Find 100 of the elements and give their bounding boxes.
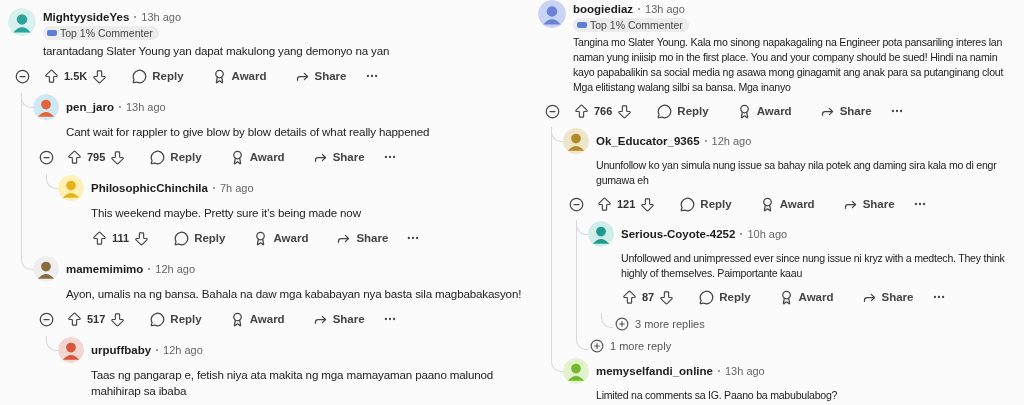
vote-count: 1.5K: [64, 70, 88, 82]
timestamp: 12h ago: [163, 344, 203, 356]
timestamp: 13h ago: [141, 11, 182, 23]
avatar: [563, 128, 589, 154]
thread-connector: [21, 255, 33, 270]
share-button[interactable]: Share: [302, 311, 375, 327]
share-button[interactable]: Share: [832, 196, 905, 212]
avatar: [33, 94, 59, 120]
share-button[interactable]: Share: [326, 230, 399, 246]
downvote-icon[interactable]: [639, 195, 657, 213]
commenter-badge: Top 1% Commenter: [43, 26, 159, 40]
timestamp: 13h ago: [125, 101, 166, 113]
author-name[interactable]: Ok_Educator_9365: [596, 135, 700, 147]
collapse-icon[interactable]: [38, 311, 54, 327]
timestamp: 7h ago: [219, 182, 254, 194]
reply-button[interactable]: Reply: [689, 289, 761, 305]
speech-bubble-icon: [174, 230, 190, 246]
collapse-icon[interactable]: [568, 196, 584, 212]
comment-text: Ayon, umalis na ng bansa. Bahala na daw mga kababayan nya basta sila magbabakasyon!: [66, 286, 523, 302]
collapse-icon[interactable]: [14, 68, 30, 84]
badge-icon: [47, 29, 57, 37]
downvote-icon[interactable]: [91, 67, 109, 85]
author-name[interactable]: mamemimimo: [66, 263, 144, 275]
timestamp: 12h ago: [155, 263, 196, 275]
award-button[interactable]: Award: [219, 149, 295, 165]
more-replies-link[interactable]: 1 more reply: [588, 335, 672, 357]
avatar: [588, 221, 614, 247]
author-name[interactable]: memyselfandi_online: [596, 365, 713, 377]
thread-connector: [46, 336, 58, 351]
speech-bubble-icon: [680, 196, 696, 212]
downvote-icon[interactable]: [658, 288, 676, 306]
comment-text: tarantadang Slater Young yan dapat makulong yang demonyo na yan: [43, 43, 391, 59]
badge-icon: [577, 21, 587, 29]
expand-icon: [590, 339, 604, 353]
award-button[interactable]: Award: [726, 103, 802, 119]
speech-bubble-icon: [657, 103, 673, 119]
thread-connector: [576, 335, 588, 350]
upvote-icon[interactable]: [66, 310, 83, 328]
comment-text: This weekend maybe. Pretty sure it’s being made now: [91, 205, 362, 221]
speech-bubble-icon: [150, 311, 166, 327]
comment-text: Ununfollow ko yan simula nung issue sa bahay nila potek ang daming sira kala mo di engr gumawa eh: [596, 158, 998, 188]
author-name[interactable]: boogiediaz: [573, 3, 634, 15]
avatar: [538, 0, 566, 28]
speech-bubble-icon: [699, 289, 715, 305]
comment-text: Tangina mo Slater Young. Kala mo sinong napakagaling na Engineer pota pansariling interes lan naman yung iniisip mo in the first place. You and your company should be sued! Hindi na namin kayo papabalikin sa social media ng asawa mong ginagamit ang anak para sa putanginang clout Mga elitistang walang silbi sa bansa. Mga inanyo: [573, 35, 1005, 95]
timestamp: 13h ago: [724, 365, 765, 377]
upvote-icon[interactable]: [596, 195, 613, 213]
author-name[interactable]: Serious-Coyote-4252: [621, 228, 736, 240]
author-name[interactable]: MightyysideYes: [43, 11, 130, 23]
share-button[interactable]: Share: [284, 68, 357, 84]
vote-count: 87: [642, 291, 655, 303]
award-button[interactable]: Award: [749, 196, 825, 212]
author-name[interactable]: pen_jaro: [66, 101, 114, 113]
share-button[interactable]: Share: [809, 103, 882, 119]
commenter-badge: Top 1% Commenter: [573, 18, 689, 32]
upvote-icon[interactable]: [621, 288, 638, 306]
award-button[interactable]: Award: [768, 289, 844, 305]
downvote-icon[interactable]: [109, 310, 127, 328]
collapse-icon[interactable]: [544, 103, 560, 119]
award-button[interactable]: Award: [219, 311, 295, 327]
vote-count: 111: [112, 232, 130, 244]
award-button[interactable]: Award: [243, 230, 319, 246]
thread-connector: [601, 313, 613, 328]
vote-count: 766: [594, 105, 613, 117]
reply-button[interactable]: Reply: [647, 103, 719, 119]
comment-text: Cant wait for rappler to give blow by blow details of what really happened: [66, 124, 431, 140]
author-name[interactable]: PhilosophicChinchila: [91, 182, 208, 194]
expand-icon: [615, 317, 629, 331]
share-button[interactable]: Share: [302, 149, 375, 165]
collapse-icon[interactable]: [38, 149, 54, 165]
avatar: [58, 175, 84, 201]
author-name[interactable]: urpuffbaby: [91, 344, 152, 356]
share-button[interactable]: Share: [851, 289, 924, 305]
upvote-icon[interactable]: [573, 102, 590, 120]
vote-count: 121: [617, 198, 636, 210]
comment-text: Unfollowed and unimpressed ever since nung issue ni kryz with a medtech. They think highly of themselves. Paimportante kaau: [621, 251, 1006, 281]
reply-button[interactable]: Reply: [140, 311, 212, 327]
upvote-icon[interactable]: [43, 67, 60, 85]
upvote-icon[interactable]: [66, 148, 83, 166]
timestamp: 13h ago: [645, 3, 685, 15]
timestamp: 10h ago: [747, 228, 788, 240]
avatar: [58, 337, 84, 363]
comment-text: Limited na comments sa IG. Paano ba mabubulabog?: [596, 388, 839, 403]
speech-bubble-icon: [150, 149, 166, 165]
award-button[interactable]: Award: [201, 68, 277, 84]
reply-button[interactable]: Reply: [122, 68, 194, 84]
thread-connector: [551, 357, 563, 372]
downvote-icon[interactable]: [109, 148, 127, 166]
avatar: [8, 8, 36, 36]
downvote-icon[interactable]: [133, 229, 151, 247]
avatar: [33, 256, 59, 282]
reply-button[interactable]: Reply: [164, 230, 236, 246]
reply-button[interactable]: Reply: [140, 149, 212, 165]
thread-connector: [46, 174, 58, 189]
avatar: [563, 358, 589, 384]
more-replies-link[interactable]: 3 more replies: [613, 313, 705, 335]
downvote-icon[interactable]: [616, 102, 634, 120]
vote-count: 795: [87, 151, 106, 163]
upvote-icon[interactable]: [91, 229, 108, 247]
reply-button[interactable]: Reply: [670, 196, 742, 212]
